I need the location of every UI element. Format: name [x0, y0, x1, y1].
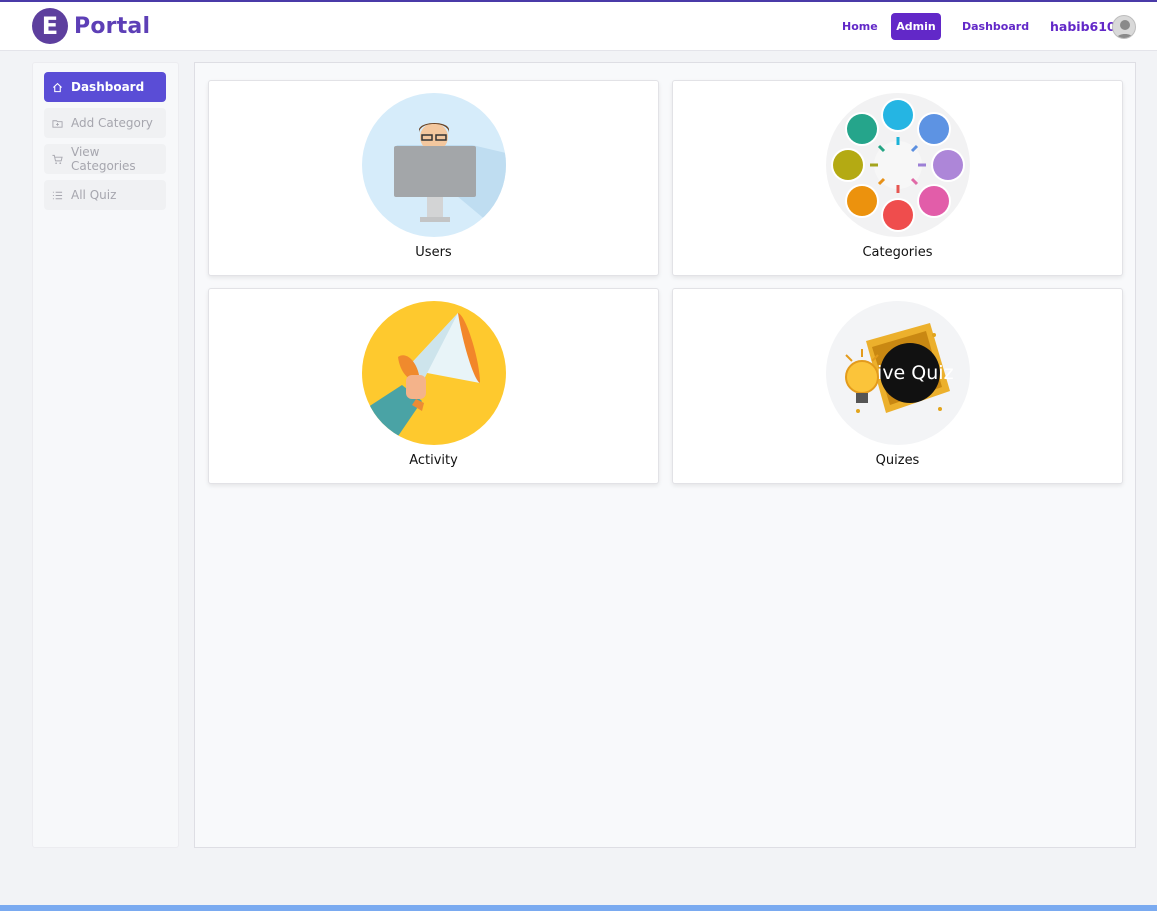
sidebar-item-label: Add Category	[71, 116, 153, 130]
quizes-illustration: Live Quiz	[826, 301, 970, 445]
folder-add-icon	[52, 118, 63, 129]
main-content: Users Categories Activity Live Quiz Quiz…	[194, 62, 1136, 848]
home-icon	[52, 82, 63, 93]
live-quiz-text: Live Quiz	[866, 362, 953, 384]
user-avatar-icon	[1116, 20, 1134, 38]
list-icon	[52, 190, 63, 201]
sidebar-item-all-quiz[interactable]: All Quiz	[44, 180, 166, 210]
avatar[interactable]	[1112, 15, 1136, 39]
users-card[interactable]: Users	[208, 80, 659, 276]
brand-name: Portal	[74, 13, 151, 39]
nav-dashboard-link[interactable]: Dashboard	[953, 13, 1038, 40]
sidebar-item-dashboard[interactable]: Dashboard	[44, 72, 166, 102]
nav-home-link[interactable]: Home	[833, 13, 887, 40]
categories-card[interactable]: Categories	[672, 80, 1123, 276]
nav-admin-button[interactable]: Admin	[891, 13, 941, 40]
activity-illustration	[362, 301, 506, 445]
sidebar: Dashboard Add Category View Categories A…	[32, 62, 179, 848]
footer-bar	[0, 905, 1157, 911]
cart-icon	[52, 154, 63, 165]
brand[interactable]: E Portal	[32, 8, 150, 44]
card-title: Categories	[862, 245, 933, 260]
card-title: Users	[415, 245, 452, 260]
username[interactable]: habib610	[1050, 19, 1116, 34]
sidebar-item-label: All Quiz	[71, 188, 117, 202]
users-illustration	[362, 93, 506, 237]
sidebar-item-add-category[interactable]: Add Category	[44, 108, 166, 138]
card-title: Quizes	[875, 453, 920, 468]
card-title: Activity	[409, 453, 458, 468]
brand-logo: E	[32, 8, 68, 44]
sidebar-item-label: View Categories	[71, 145, 136, 173]
sidebar-item-label: Dashboard	[71, 80, 145, 94]
quizes-card[interactable]: Live Quiz Quizes	[672, 288, 1123, 484]
categories-illustration	[826, 93, 970, 237]
top-navbar: E Portal Home Admin Dashboard habib610	[0, 0, 1157, 51]
activity-card[interactable]: Activity	[208, 288, 659, 484]
sidebar-item-view-categories[interactable]: View Categories	[44, 144, 166, 174]
